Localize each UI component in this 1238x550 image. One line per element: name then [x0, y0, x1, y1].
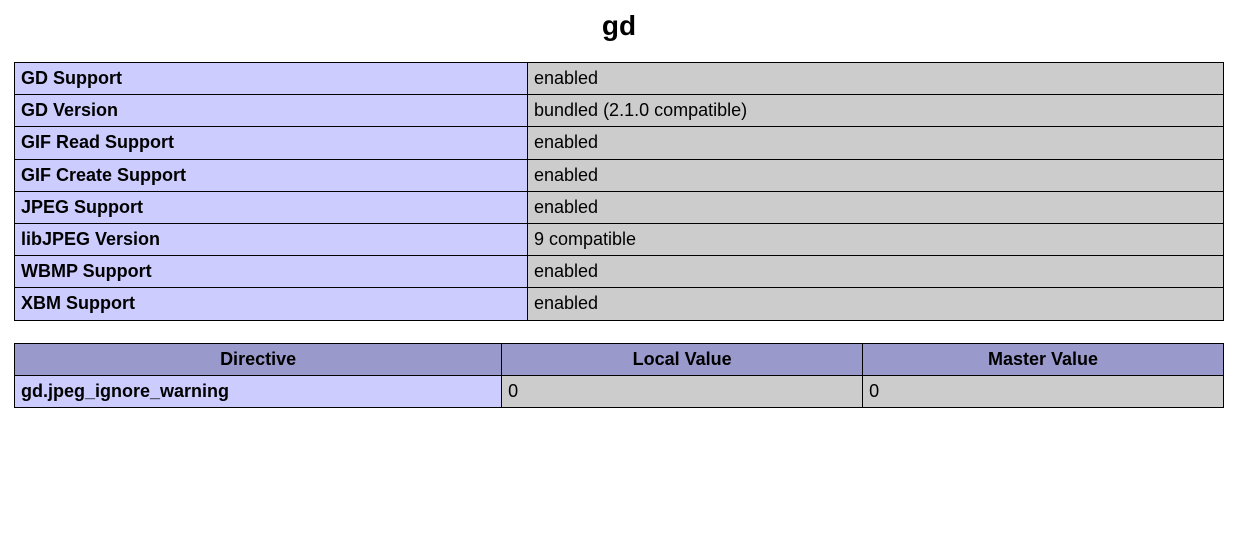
info-label: libJPEG Version: [15, 223, 528, 255]
directive-name: gd.jpeg_ignore_warning: [15, 375, 502, 407]
info-value: 9 compatible: [528, 223, 1224, 255]
info-label: XBM Support: [15, 288, 528, 320]
info-label: GIF Read Support: [15, 127, 528, 159]
table-row: WBMP Support enabled: [15, 256, 1224, 288]
info-value: enabled: [528, 256, 1224, 288]
directive-local-value: 0: [502, 375, 863, 407]
directive-header: Directive: [15, 343, 502, 375]
info-value: enabled: [528, 63, 1224, 95]
info-label: JPEG Support: [15, 191, 528, 223]
section-title: gd: [14, 10, 1224, 42]
info-label: GIF Create Support: [15, 159, 528, 191]
table-row: gd.jpeg_ignore_warning 0 0: [15, 375, 1224, 407]
directive-master-value: 0: [863, 375, 1224, 407]
table-row: JPEG Support enabled: [15, 191, 1224, 223]
info-label: WBMP Support: [15, 256, 528, 288]
table-row: GIF Read Support enabled: [15, 127, 1224, 159]
table-row: GD Support enabled: [15, 63, 1224, 95]
table-row: GD Version bundled (2.1.0 compatible): [15, 95, 1224, 127]
info-value: enabled: [528, 127, 1224, 159]
table-row: GIF Create Support enabled: [15, 159, 1224, 191]
info-label: GD Support: [15, 63, 528, 95]
info-value: bundled (2.1.0 compatible): [528, 95, 1224, 127]
table-row: libJPEG Version 9 compatible: [15, 223, 1224, 255]
local-value-header: Local Value: [502, 343, 863, 375]
info-value: enabled: [528, 288, 1224, 320]
info-value: enabled: [528, 191, 1224, 223]
master-value-header: Master Value: [863, 343, 1224, 375]
info-value: enabled: [528, 159, 1224, 191]
info-table: GD Support enabled GD Version bundled (2…: [14, 62, 1224, 321]
table-row: XBM Support enabled: [15, 288, 1224, 320]
info-label: GD Version: [15, 95, 528, 127]
directive-table: Directive Local Value Master Value gd.jp…: [14, 343, 1224, 408]
